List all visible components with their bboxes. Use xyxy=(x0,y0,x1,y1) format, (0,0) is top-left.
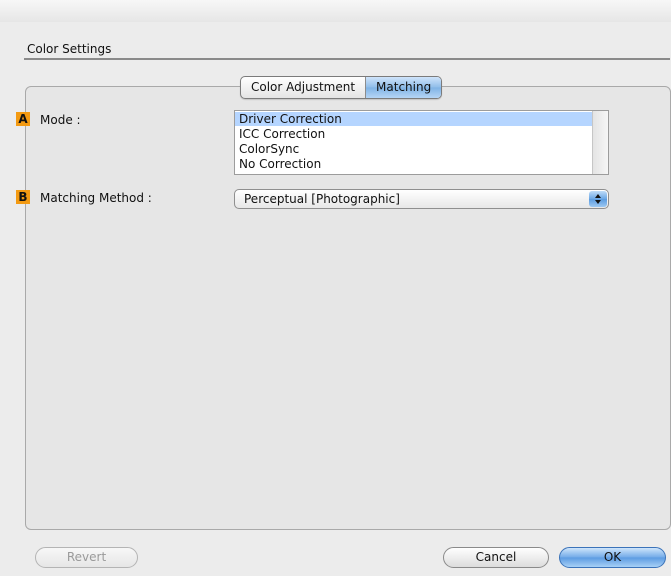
tab-color-adjustment[interactable]: Color Adjustment xyxy=(241,77,365,98)
matching-method-value: Perceptual [Photographic] xyxy=(244,192,400,206)
section-divider xyxy=(24,58,670,60)
mode-list-scrollbar[interactable] xyxy=(592,111,608,174)
mode-badge: A xyxy=(16,112,30,126)
mode-label: Mode : xyxy=(40,113,81,127)
mode-option-icc-correction[interactable]: ICC Correction xyxy=(235,127,593,141)
matching-method-label: Matching Method : xyxy=(40,191,152,205)
revert-button[interactable]: Revert xyxy=(35,547,138,568)
cancel-button[interactable]: Cancel xyxy=(443,547,549,568)
section-title: Color Settings xyxy=(27,42,112,56)
popup-arrows-icon xyxy=(589,191,607,207)
mode-option-no-correction[interactable]: No Correction xyxy=(235,157,593,171)
window-titlebar xyxy=(0,0,671,22)
matching-method-popup[interactable]: Perceptual [Photographic] xyxy=(234,189,609,209)
mode-listbox[interactable]: Driver Correction ICC Correction ColorSy… xyxy=(234,110,609,175)
tab-matching[interactable]: Matching xyxy=(365,77,442,98)
matching-method-badge: B xyxy=(16,190,30,204)
mode-option-driver-correction[interactable]: Driver Correction xyxy=(235,112,593,126)
ok-button[interactable]: OK xyxy=(559,547,666,568)
mode-option-colorsync[interactable]: ColorSync xyxy=(235,142,593,156)
tab-bar: Color Adjustment Matching xyxy=(240,76,443,99)
